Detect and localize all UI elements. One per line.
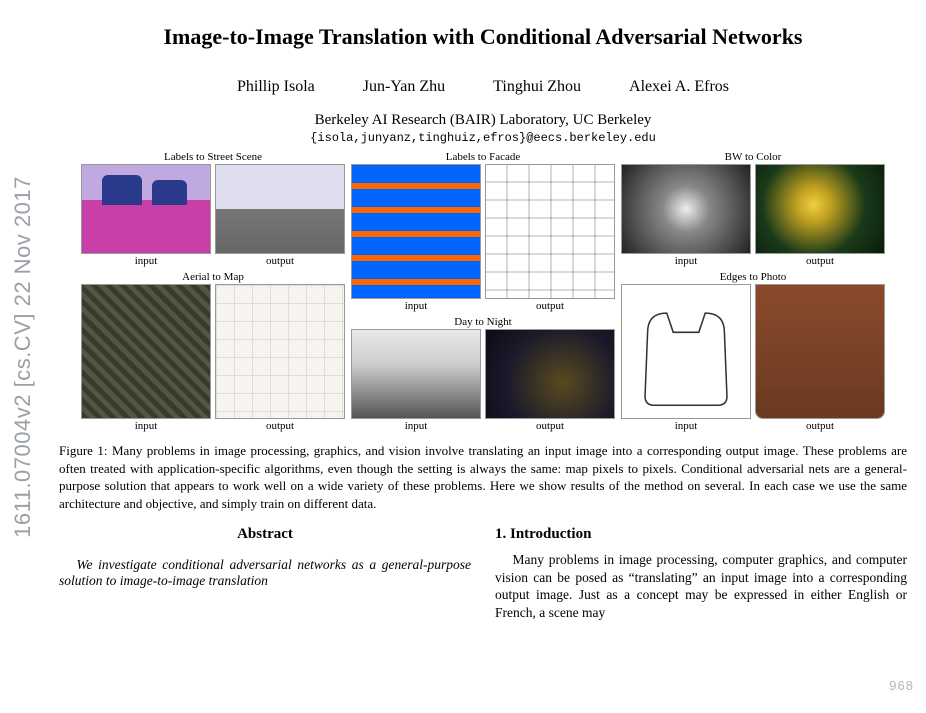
example-labels-street: Labels to Street Scene input output bbox=[81, 151, 345, 267]
author: Phillip Isola bbox=[237, 78, 315, 96]
output-label: output bbox=[215, 255, 345, 267]
figure-1-caption: Figure 1: Many problems in image process… bbox=[59, 442, 907, 512]
output-label: output bbox=[485, 300, 615, 312]
color-output-image bbox=[755, 164, 885, 254]
edges-input-image bbox=[621, 284, 751, 419]
input-label: input bbox=[81, 255, 211, 267]
email: {isola,junyanz,tinghuiz,efros}@eecs.berk… bbox=[55, 131, 911, 145]
output-label: output bbox=[215, 420, 345, 432]
watermark: 968 bbox=[889, 678, 914, 693]
arxiv-sidebar: 1611.07004v2 [cs.CV] 22 Nov 2017 bbox=[8, 0, 38, 713]
example-labels-facade: Labels to Facade input output bbox=[351, 151, 615, 312]
intro-column: 1. Introduction Many problems in image p… bbox=[495, 526, 907, 621]
abstract-heading: Abstract bbox=[59, 526, 471, 543]
paper-content: Image-to-Image Translation with Conditio… bbox=[55, 0, 911, 621]
example-aerial-map: Aerial to Map input output bbox=[81, 271, 345, 432]
example-day-night: Day to Night input output bbox=[351, 316, 615, 432]
day-input-image bbox=[351, 329, 481, 419]
facade-labels-input-image bbox=[351, 164, 481, 299]
example-bw-color: BW to Color input output bbox=[621, 151, 885, 267]
bw-input-image bbox=[621, 164, 751, 254]
abstract-body: We investigate conditional adversarial n… bbox=[59, 557, 471, 589]
example-title: Labels to Facade bbox=[446, 151, 521, 164]
street-scene-output-image bbox=[215, 164, 345, 254]
authors-line: Phillip Isola Jun-Yan Zhu Tinghui Zhou A… bbox=[55, 78, 911, 96]
input-label: input bbox=[351, 300, 481, 312]
arxiv-id: 1611.07004v2 [cs.CV] 22 Nov 2017 bbox=[10, 176, 36, 538]
author: Jun-Yan Zhu bbox=[363, 78, 445, 96]
figure-1: Labels to Street Scene input output Aeri… bbox=[55, 151, 911, 432]
figure-col-left: Labels to Street Scene input output Aeri… bbox=[81, 151, 345, 432]
output-label: output bbox=[485, 420, 615, 432]
author: Tinghui Zhou bbox=[493, 78, 581, 96]
photo-output-image bbox=[755, 284, 885, 419]
facade-output-image bbox=[485, 164, 615, 299]
example-title: Day to Night bbox=[454, 316, 511, 329]
abstract-column: Abstract We investigate conditional adve… bbox=[59, 526, 471, 621]
figure-col-right: BW to Color input output Edges to Photo bbox=[621, 151, 885, 432]
input-label: input bbox=[621, 420, 751, 432]
input-label: input bbox=[81, 420, 211, 432]
input-label: input bbox=[351, 420, 481, 432]
input-label: input bbox=[621, 255, 751, 267]
example-title: Edges to Photo bbox=[720, 271, 787, 284]
example-title: BW to Color bbox=[725, 151, 782, 164]
two-column-body: Abstract We investigate conditional adve… bbox=[59, 526, 907, 621]
figure-col-mid: Labels to Facade input output Day to Nig… bbox=[351, 151, 615, 432]
example-title: Labels to Street Scene bbox=[164, 151, 262, 164]
intro-body: Many problems in image processing, compu… bbox=[495, 551, 907, 621]
paper-title: Image-to-Image Translation with Conditio… bbox=[55, 24, 911, 50]
example-edges-photo: Edges to Photo input output bbox=[621, 271, 885, 432]
affiliation: Berkeley AI Research (BAIR) Laboratory, … bbox=[55, 112, 911, 129]
map-output-image bbox=[215, 284, 345, 419]
author: Alexei A. Efros bbox=[629, 78, 729, 96]
aerial-input-image bbox=[81, 284, 211, 419]
night-output-image bbox=[485, 329, 615, 419]
intro-heading: 1. Introduction bbox=[495, 526, 907, 543]
output-label: output bbox=[755, 420, 885, 432]
street-labels-input-image bbox=[81, 164, 211, 254]
output-label: output bbox=[755, 255, 885, 267]
example-title: Aerial to Map bbox=[182, 271, 244, 284]
